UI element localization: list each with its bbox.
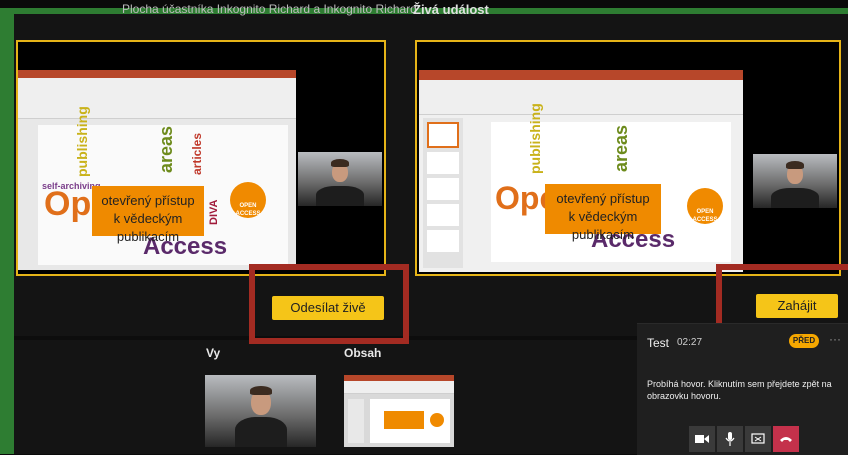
content-label: Obsah (344, 346, 382, 360)
status-badge: PŘED (789, 334, 819, 348)
ppt-titlebar-live (419, 70, 743, 80)
live-preview[interactable]: Open Access areas publishing otevřený př… (415, 40, 841, 276)
microphone-icon[interactable] (717, 426, 743, 452)
ppt-ribbon-live (419, 80, 743, 115)
live-open-access-logo: OPEN ACCESS (687, 188, 723, 224)
live-banner-line-1: otevřený přístup (556, 191, 650, 206)
content-thumbnail[interactable] (344, 375, 454, 447)
hang-up-icon[interactable] (773, 426, 799, 452)
word-articles: articles (190, 132, 204, 175)
call-timer: 02:27 (677, 337, 703, 348)
call-mini-window[interactable]: Test 02:27 PŘED ··· Probíhá hovor. Klikn… (637, 323, 848, 455)
send-live-highlight (249, 264, 409, 344)
share-screen-icon[interactable] (745, 426, 771, 452)
word-diva: DIVA (208, 199, 220, 225)
ppt-titlebar (18, 70, 296, 78)
self-video-thumbnail[interactable] (205, 375, 316, 447)
window-frame-left (0, 8, 14, 454)
slide-thumbnails (423, 118, 463, 268)
live-banner-line-2: k vědeckým publikacím (568, 209, 638, 242)
you-label: Vy (206, 346, 221, 360)
more-options-icon[interactable]: ··· (829, 332, 841, 346)
banner-line-2: k vědeckým publikacím (113, 211, 183, 244)
queue-preview[interactable]: Open Access self-archiving publishing ar… (16, 40, 386, 276)
word-areas-live: areas (611, 124, 631, 172)
slide-banner: otevřený přístup k vědeckým publikacím (92, 186, 204, 244)
call-controls (689, 426, 799, 452)
video-camera-icon[interactable] (689, 426, 715, 452)
banner-line-1: otevřený přístup (101, 193, 195, 208)
presenter-camera-right (753, 154, 837, 208)
ppt-ribbon (18, 78, 296, 119)
word-areas: areas (156, 125, 176, 173)
call-name: Test (647, 336, 670, 350)
logo-text: OPEN ACCESS (235, 203, 261, 217)
call-message[interactable]: Probíhá hovor. Kliknutím sem přejdete zp… (647, 378, 839, 402)
queue-slide: Open Access self-archiving publishing ar… (18, 70, 296, 270)
live-slide-banner: otevřený přístup k vědeckým publikacím (545, 184, 661, 242)
open-access-logo: OPEN ACCESS (230, 182, 266, 218)
left-panel-title: Plocha účastníka Inkognito Richard a Ink… (122, 2, 417, 16)
live-logo-text: OPEN ACCESS (692, 209, 718, 223)
word-publishing-live: publishing (527, 103, 543, 174)
live-slide: Open Access areas publishing otevřený př… (419, 70, 743, 272)
right-panel-title: Živá událost (413, 2, 489, 17)
word-publishing: publishing (74, 106, 90, 177)
presenter-camera-left (298, 152, 382, 206)
